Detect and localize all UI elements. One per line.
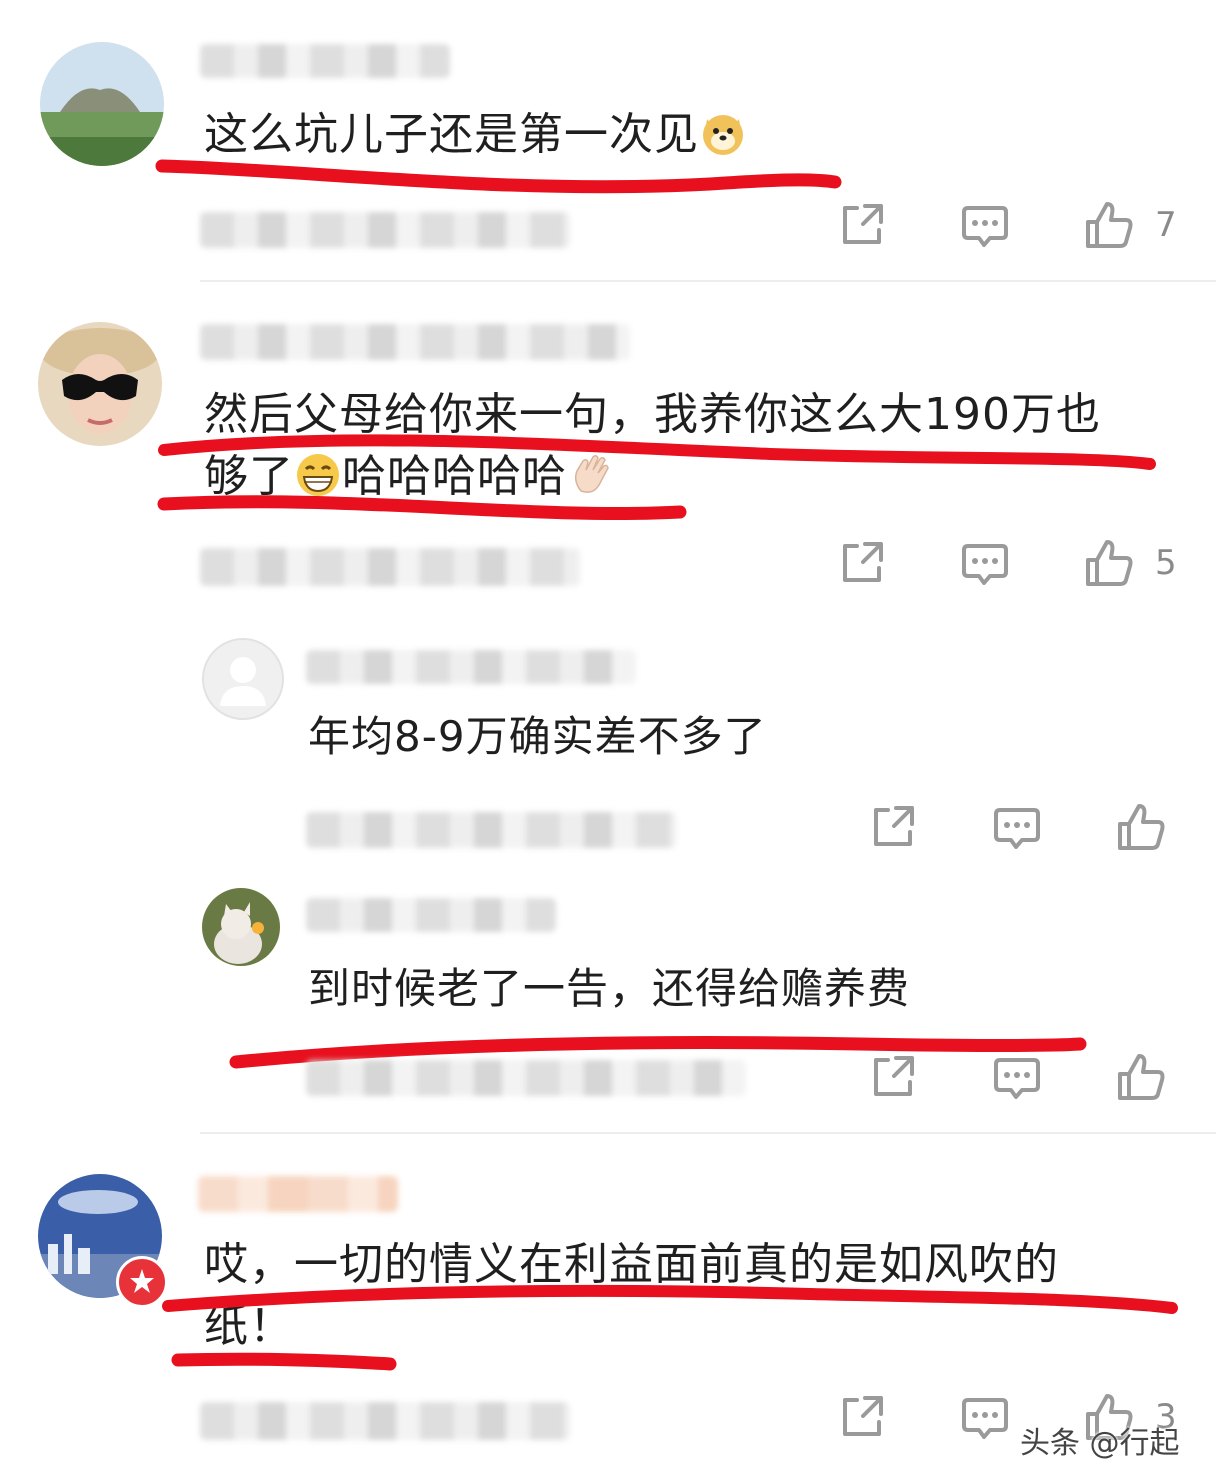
comment-icon <box>994 1058 1040 1099</box>
source-watermark: 头条 @行起 <box>1020 1426 1180 1461</box>
comment-icon <box>962 206 1008 247</box>
like-button[interactable] <box>1082 198 1136 252</box>
reply-button[interactable] <box>958 536 1012 590</box>
reply-share-button[interactable] <box>866 1050 920 1104</box>
reply-avatar-default[interactable] <box>202 638 284 720</box>
share-icon <box>874 1056 914 1096</box>
meta-blurred <box>200 548 580 586</box>
user-avatar[interactable] <box>38 322 162 446</box>
comment-text-line1: 哎，一切的情义在利益面前真的是如风吹的 <box>204 1239 1059 1290</box>
like-icon <box>1118 804 1165 850</box>
user-avatar[interactable] <box>40 42 164 166</box>
reply-like-button[interactable] <box>1114 1050 1168 1104</box>
share-button[interactable] <box>835 198 889 252</box>
verified-badge-icon <box>116 1256 168 1308</box>
comment-icon <box>962 544 1008 585</box>
username-blurred <box>200 44 450 78</box>
wave-hand-emoji <box>567 451 615 516</box>
reply-meta-blurred <box>306 1060 746 1096</box>
meta-blurred <box>200 212 570 248</box>
share-icon <box>843 542 883 582</box>
grin-emoji <box>294 451 342 516</box>
comment-text-line2: 纸！ <box>204 1301 294 1352</box>
reply-text: 年均8-9万确实差不多了 <box>308 712 767 761</box>
like-count: 7 <box>1155 205 1177 245</box>
comment-icon <box>962 1398 1008 1439</box>
share-button[interactable] <box>835 1390 889 1444</box>
comment-text-line2: 够了 哈哈哈哈哈 <box>204 446 615 516</box>
comment-1: 这么坑儿子还是第一次见 7 <box>0 0 1216 282</box>
reply-reply-button[interactable] <box>990 800 1044 854</box>
reply-share-button[interactable] <box>866 800 920 854</box>
share-button[interactable] <box>835 536 889 590</box>
username-blurred <box>200 324 630 360</box>
reply-avatar[interactable] <box>202 888 280 966</box>
reply-username-blurred <box>306 898 556 932</box>
comment-icon <box>994 808 1040 849</box>
reply-button[interactable] <box>958 1390 1012 1444</box>
reply-reply-button[interactable] <box>990 1050 1044 1104</box>
reply-meta-blurred <box>306 812 676 848</box>
comment-2: 然后父母给你来一句，我养你这么大190万也 够了 哈哈哈哈哈 5 年均8-9万确… <box>0 282 1216 1132</box>
share-icon <box>843 204 883 244</box>
reply-like-button[interactable] <box>1114 800 1168 854</box>
like-icon <box>1086 540 1133 586</box>
like-icon <box>1118 1054 1165 1100</box>
username-blurred <box>198 1176 398 1212</box>
reply-text: 到时候老了一告，还得给赡养费 <box>308 964 911 1013</box>
doge-emoji <box>699 109 747 174</box>
meta-blurred <box>200 1402 570 1440</box>
reply-button[interactable] <box>958 198 1012 252</box>
share-icon <box>874 806 914 846</box>
like-button[interactable] <box>1082 536 1136 590</box>
comment-text: 这么坑儿子还是第一次见 <box>204 104 747 174</box>
share-icon <box>843 1396 883 1436</box>
like-icon <box>1086 202 1133 248</box>
like-count: 5 <box>1155 543 1177 583</box>
reply-username-blurred <box>306 650 636 684</box>
comment-text-line1: 然后父母给你来一句，我养你这么大190万也 <box>204 389 1101 440</box>
